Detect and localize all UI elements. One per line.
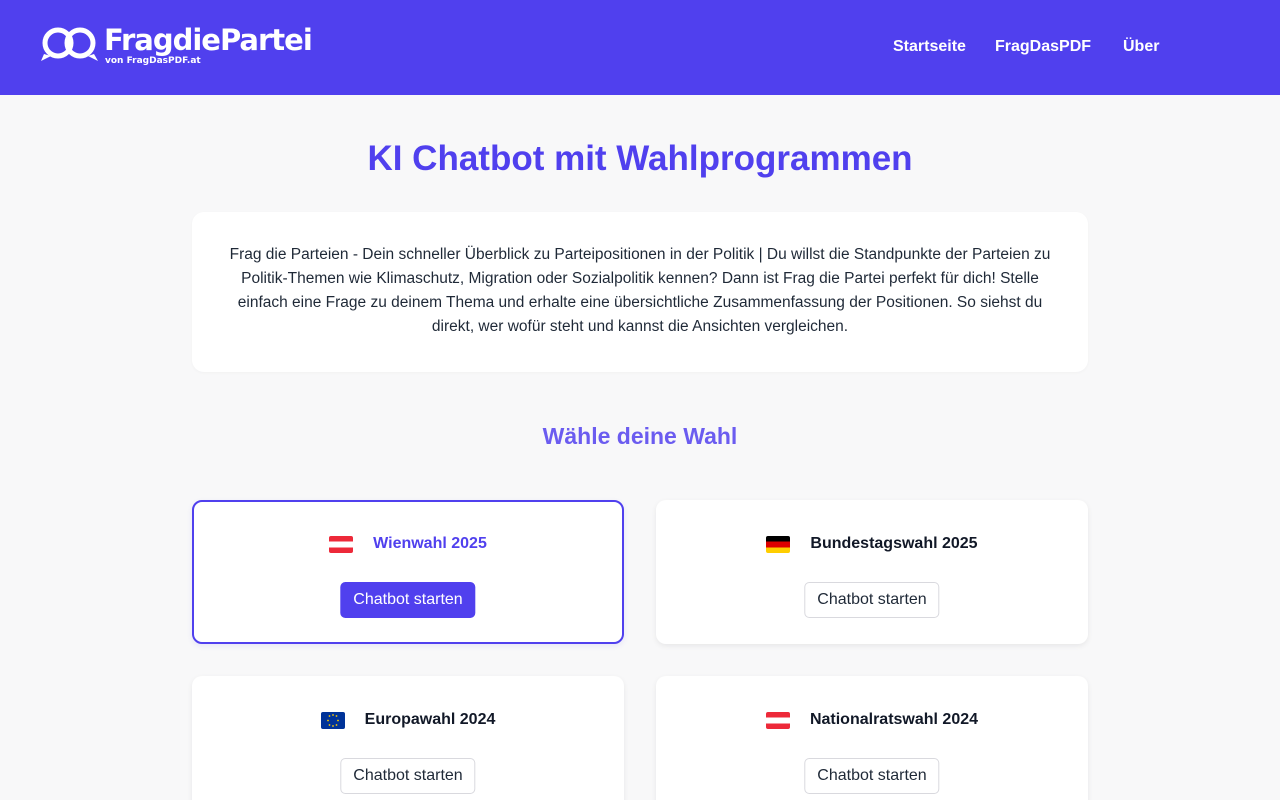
eu-flag-icon (320, 711, 345, 729)
election-label: Europawahl 2024 (364, 711, 496, 728)
austria-flag-icon (765, 711, 790, 729)
logo-link[interactable]: FragdiePartei von FragDasPDF.at (40, 24, 320, 72)
nav-link-fragdaspdf[interactable]: FragDasPDF (995, 37, 1091, 57)
section-title: Wähle deine Wahl (542, 423, 738, 449)
election-label: Wienwahl 2025 (373, 535, 487, 552)
speech-bubbles-logo-icon (41, 27, 98, 61)
election-label: Bundestagswahl 2025 (810, 535, 978, 552)
election-card-nationalratswahl-2024[interactable]: Nationalratswahl 2024 Chatbot starten (656, 676, 1088, 800)
logo-subtext: von FragDasPDF.at (105, 56, 201, 66)
election-card-bundestagswahl-2025[interactable]: Bundestagswahl 2025 Chatbot starten (656, 500, 1088, 644)
intro-card: Frag die Parteien - Dein schneller Überb… (192, 212, 1088, 372)
chatbot-start-button[interactable]: Chatbot starten (804, 758, 940, 794)
chatbot-start-button[interactable]: Chatbot starten (804, 582, 940, 618)
logo-text: FragdiePartei (104, 23, 313, 57)
card-header: Bundestagswahl 2025 (658, 532, 1086, 556)
page-title: KI Chatbot mit Wahlprogrammen (367, 139, 913, 178)
card-header: Wienwahl 2025 (194, 532, 622, 556)
germany-flag-icon (766, 535, 791, 553)
site-header: FragdiePartei von FragDasPDF.at Startsei… (0, 0, 1280, 95)
intro-text: Frag die Parteien - Dein schneller Überb… (229, 246, 1051, 335)
election-label: Nationalratswahl 2024 (809, 711, 979, 728)
nav-link-ueber[interactable]: Über (1123, 37, 1159, 57)
election-card-europawahl-2024[interactable]: Europawahl 2024 Chatbot starten (192, 676, 624, 800)
chatbot-start-button[interactable]: Chatbot starten (340, 758, 476, 794)
austria-flag-icon (329, 535, 354, 553)
nav-link-startseite[interactable]: Startseite (893, 37, 966, 57)
election-card-wienwahl-2025[interactable]: Wienwahl 2025 Chatbot starten (192, 500, 624, 644)
chatbot-start-button[interactable]: Chatbot starten (340, 582, 476, 618)
card-header: Europawahl 2024 (194, 708, 622, 732)
card-header: Nationalratswahl 2024 (658, 708, 1086, 732)
